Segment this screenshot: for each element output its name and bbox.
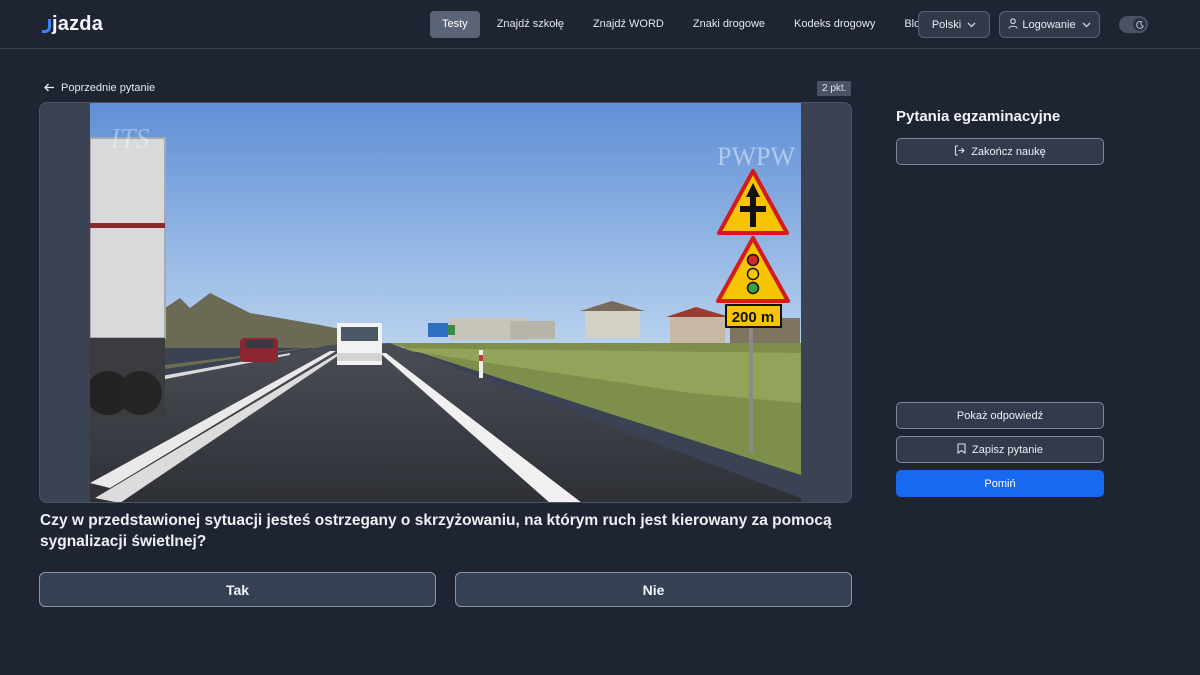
bookmark-icon — [957, 442, 966, 457]
logo-text: jazda — [52, 12, 104, 35]
nav-item-znaki-drogowe[interactable]: Znaki drogowe — [681, 11, 777, 38]
login-label: Logowanie — [1022, 18, 1076, 31]
watermark-pwpw: PWPW — [717, 142, 795, 171]
sign-plate-text: 200 m — [732, 309, 775, 326]
logo[interactable]: jazda — [42, 12, 103, 36]
road-scene-image: 200 m PWPW ITS — [90, 103, 801, 502]
end-study-button[interactable]: Zakończ naukę — [896, 138, 1104, 165]
end-study-label: Zakończ naukę — [971, 145, 1046, 158]
logo-mark-icon — [42, 19, 51, 33]
nav-item-znajdz-szkole[interactable]: Znajdź szkołę — [485, 11, 576, 38]
show-answer-button[interactable]: Pokaż odpowiedź — [896, 402, 1104, 429]
nav-item-znajdz-word[interactable]: Znajdź WORD — [581, 11, 676, 38]
chevron-down-icon — [967, 20, 976, 30]
answer-no-button[interactable]: Nie — [455, 572, 852, 607]
language-dropdown[interactable]: Polski — [918, 11, 990, 38]
sidebar-title: Pytania egzaminacyjne — [896, 108, 1061, 125]
main-nav: Testy Znajdź szkołę Znajdź WORD Znaki dr… — [430, 11, 943, 38]
language-label: Polski — [931, 18, 962, 31]
nav-item-kodeks-drogowy[interactable]: Kodeks drogowy — [782, 11, 887, 38]
nav-item-testy[interactable]: Testy — [430, 11, 480, 38]
logout-icon — [954, 144, 965, 159]
previous-question-label: Poprzednie pytanie — [61, 82, 156, 94]
user-icon — [1008, 17, 1018, 32]
previous-question-link[interactable]: Poprzednie pytanie — [44, 80, 155, 96]
theme-toggle[interactable] — [1119, 16, 1148, 33]
login-dropdown[interactable]: Logowanie — [999, 11, 1100, 38]
watermark-its: ITS — [110, 124, 150, 155]
chevron-down-icon — [1082, 20, 1091, 30]
arrow-left-icon — [44, 81, 55, 95]
save-question-button[interactable]: Zapisz pytanie — [896, 436, 1104, 463]
points-badge: 2 pkt. — [817, 81, 852, 96]
save-question-label: Zapisz pytanie — [972, 443, 1043, 456]
skip-label: Pomiń — [984, 477, 1016, 490]
moon-icon — [1133, 18, 1146, 31]
show-answer-label: Pokaż odpowiedź — [956, 409, 1044, 422]
question-media-frame: 200 m PWPW ITS — [39, 102, 852, 503]
question-text: Czy w przedstawionej sytuacji jesteś ost… — [40, 512, 832, 550]
top-navbar: jazda Testy Znajdź szkołę Znajdź WORD Zn… — [0, 0, 1200, 49]
answer-yes-button[interactable]: Tak — [39, 572, 436, 607]
skip-button[interactable]: Pomiń — [896, 470, 1104, 497]
